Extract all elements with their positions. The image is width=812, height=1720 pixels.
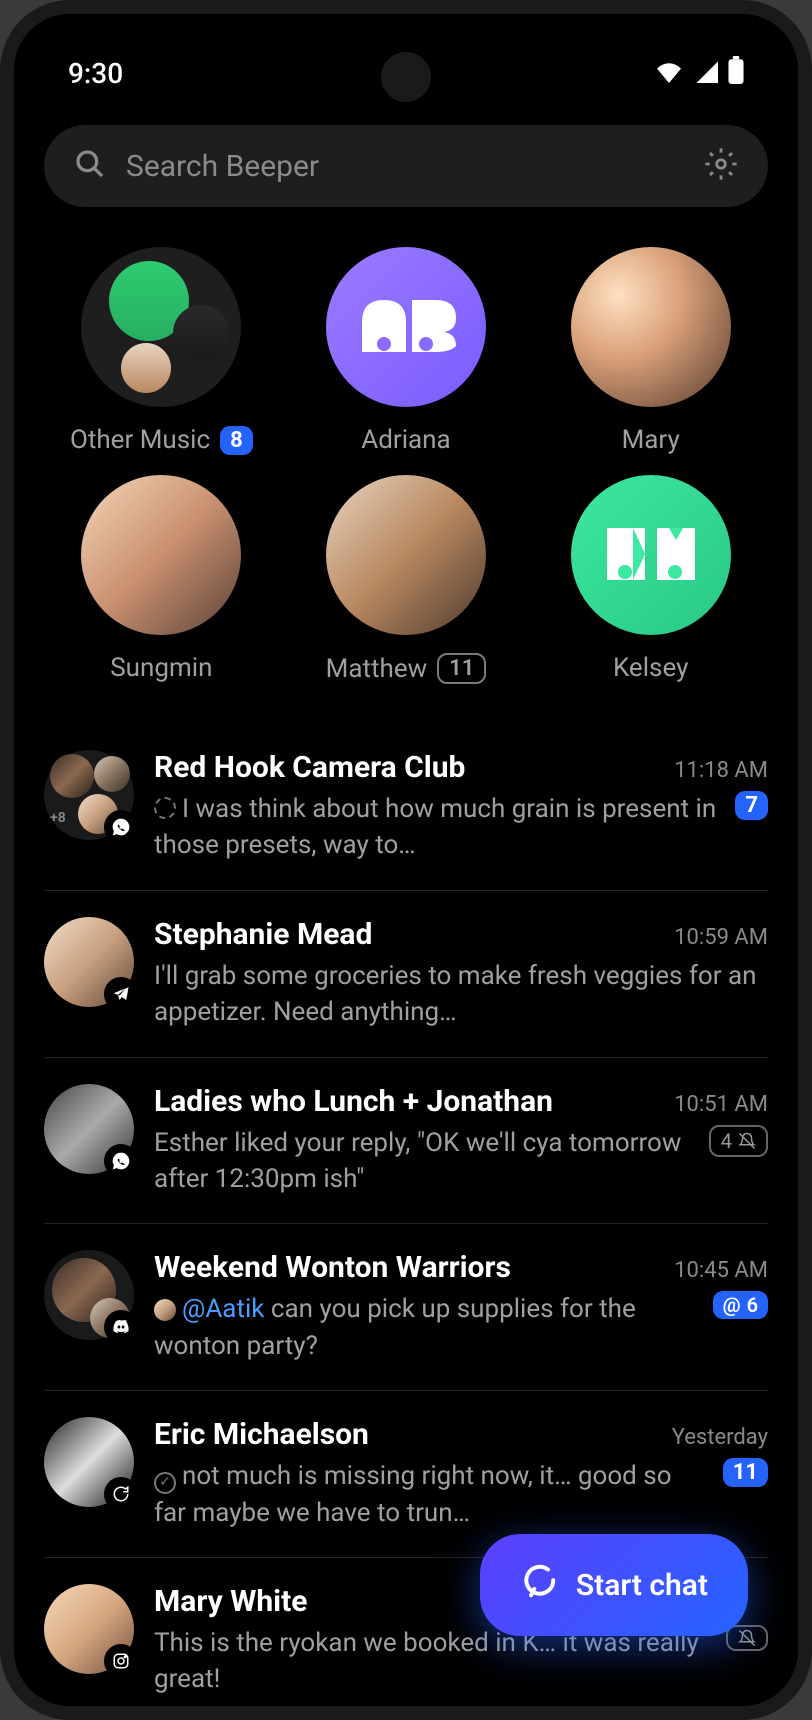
fab-label: Start chat [576, 1568, 708, 1603]
pinned-label: Mary [622, 425, 680, 455]
mention-badge: @ 6 [713, 1291, 768, 1319]
avatar [81, 247, 241, 407]
chat-preview: Esther liked your reply, "OK we'll cya t… [154, 1125, 695, 1198]
avatar: +8 [44, 750, 134, 840]
at-icon: @ [723, 1293, 741, 1317]
chat-preview: I was think about how much grain is pres… [154, 791, 721, 864]
chat-name: Weekend Wonton Warriors [154, 1250, 511, 1285]
sent-check-icon: ✓ [154, 1472, 176, 1494]
chat-name: Ladies who Lunch + Jonathan [154, 1084, 553, 1119]
unread-badge: 7 [735, 791, 768, 820]
discord-icon [104, 1310, 138, 1344]
pinned-mary[interactable]: Mary [533, 247, 768, 455]
battery-icon [728, 56, 744, 91]
unread-badge: 11 [437, 653, 486, 684]
instagram-icon [104, 1644, 138, 1678]
chat-time: 11:18 AM [674, 758, 768, 783]
chat-name: Stephanie Mead [154, 917, 372, 952]
muted-badge [726, 1625, 768, 1651]
pinned-label: Other Music [70, 425, 210, 455]
start-chat-button[interactable]: Start chat [480, 1534, 748, 1636]
beeper-icon [104, 1477, 138, 1511]
pinned-other-music[interactable]: Other Music 8 [44, 247, 279, 455]
pinned-label: Kelsey [613, 653, 688, 683]
cellular-icon [694, 57, 718, 90]
avatar [81, 475, 241, 635]
search-bar[interactable] [44, 125, 768, 207]
chat-preview: I'll grab some groceries to make fresh v… [154, 958, 768, 1031]
unread-badge: 11 [723, 1458, 768, 1487]
avatar [44, 1584, 134, 1674]
chat-red-hook-camera-club[interactable]: +8 Red Hook Camera Club 11:18 AM I was t… [44, 724, 768, 891]
pinned-label: Matthew [326, 654, 428, 684]
draft-icon [154, 797, 176, 819]
pinned-contacts: Other Music 8 Adriana Mary [44, 247, 768, 684]
muted-unread-badge: 4 [709, 1125, 768, 1157]
chat-name: Mary White [154, 1584, 307, 1619]
pinned-adriana[interactable]: Adriana [289, 247, 524, 455]
whatsapp-icon [104, 810, 138, 844]
chat-preview: ✓not much is missing right now, it… good… [154, 1458, 709, 1531]
wifi-icon [654, 57, 684, 90]
pinned-sungmin[interactable]: Sungmin [44, 475, 279, 684]
mention: @Aatik [182, 1294, 264, 1324]
plus-count: +8 [50, 810, 66, 826]
camera-notch [381, 52, 431, 102]
pinned-matthew[interactable]: Matthew 11 [289, 475, 524, 684]
phone-frame: 9:30 [0, 0, 812, 1720]
status-time: 9:30 [68, 57, 123, 90]
search-icon [74, 148, 106, 184]
chat-bubble-icon [520, 1562, 558, 1608]
avatar [571, 247, 731, 407]
bell-off-icon [738, 1629, 756, 1647]
chat-time: 10:45 AM [674, 1258, 768, 1283]
chat-time: 10:59 AM [674, 925, 768, 950]
chat-ladies-who-lunch[interactable]: Ladies who Lunch + Jonathan 10:51 AM Est… [44, 1058, 768, 1225]
chat-time: 10:51 AM [674, 1092, 768, 1117]
avatar [326, 247, 486, 407]
chat-name: Eric Michaelson [154, 1417, 369, 1452]
avatar [44, 1084, 134, 1174]
chat-eric-michaelson[interactable]: Eric Michaelson Yesterday ✓not much is m… [44, 1391, 768, 1558]
telegram-icon [104, 977, 138, 1011]
pinned-label: Sungmin [110, 653, 212, 683]
avatar [44, 1250, 134, 1340]
whatsapp-icon [104, 1144, 138, 1178]
pinned-label: Adriana [361, 425, 450, 455]
unread-badge: 8 [220, 426, 253, 455]
chat-name: Red Hook Camera Club [154, 750, 465, 785]
chat-preview: @Aatik can you pick up supplies for the … [154, 1291, 699, 1364]
chat-weekend-wonton-warriors[interactable]: Weekend Wonton Warriors 10:45 AM @Aatik … [44, 1224, 768, 1391]
search-input[interactable] [126, 149, 704, 184]
avatar [44, 1417, 134, 1507]
chat-time: Yesterday [672, 1425, 768, 1450]
avatar [326, 475, 486, 635]
chat-stephanie-mead[interactable]: Stephanie Mead 10:59 AM I'll grab some g… [44, 891, 768, 1058]
settings-button[interactable] [704, 147, 738, 185]
sender-avatar [154, 1299, 176, 1321]
pinned-kelsey[interactable]: Kelsey [533, 475, 768, 684]
avatar [44, 917, 134, 1007]
bell-off-icon [738, 1132, 756, 1150]
avatar [571, 475, 731, 635]
